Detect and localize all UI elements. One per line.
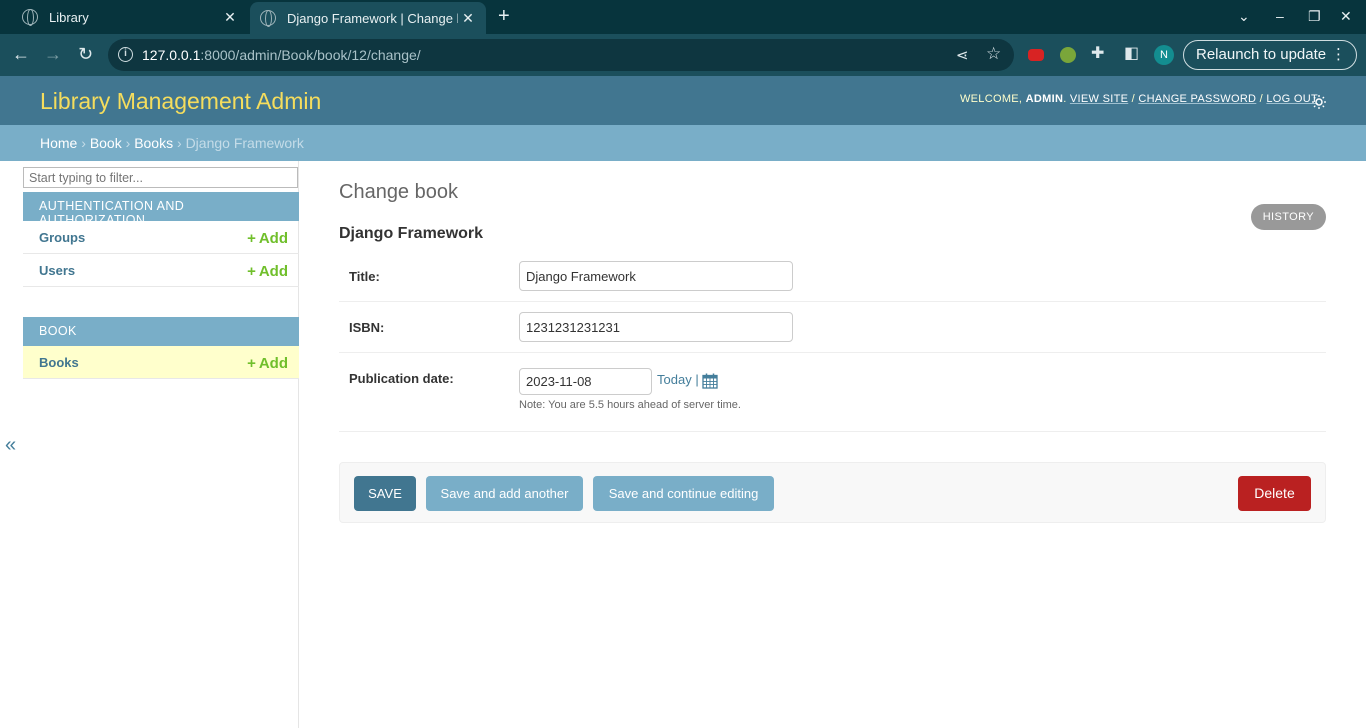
view-site-link[interactable]: VIEW SITE — [1070, 93, 1128, 105]
sidebar-item-label[interactable]: Groups — [39, 230, 85, 245]
relaunch-label: Relaunch to update — [1196, 46, 1327, 63]
title-input[interactable] — [519, 261, 793, 291]
plus-icon: + — [247, 263, 256, 280]
add-users-link[interactable]: + Add — [247, 263, 291, 280]
object-title: Django Framework — [339, 225, 484, 242]
app-caption-auth[interactable]: AUTHENTICATION AND AUTHORIZATION — [23, 192, 299, 227]
calendar-icon[interactable] — [702, 373, 718, 389]
address-bar[interactable]: i 127.0.0.1:8000/admin/Book/book/12/chan… — [108, 39, 1014, 71]
forward-icon[interactable]: → — [44, 43, 62, 65]
tab-title: Library — [49, 9, 89, 25]
minimize-icon[interactable]: – — [1276, 8, 1284, 24]
close-tab-icon[interactable]: ✕ — [458, 10, 478, 27]
username: ADMIN — [1025, 93, 1064, 105]
title-label: Title: — [349, 269, 380, 284]
bookmark-star-icon[interactable]: ☆ — [986, 44, 1001, 64]
toggle-sidebar-icon[interactable]: « — [5, 434, 16, 457]
url-text: 127.0.0.1:8000/admin/Book/book/12/change… — [142, 47, 421, 63]
breadcrumb-home[interactable]: Home — [40, 135, 77, 151]
form-row-isbn: ISBN: — [339, 302, 1326, 353]
admin-header: Library Management Admin WELCOME, ADMIN.… — [0, 76, 1366, 125]
save-and-add-another-button[interactable]: Save and add another — [426, 476, 583, 511]
tab-title: Django Framework | Change book | Library… — [287, 10, 458, 26]
browser-tab-library[interactable]: Library ✕ — [12, 0, 248, 34]
submit-row: SAVE Save and add another Save and conti… — [339, 462, 1326, 523]
add-groups-link[interactable]: + Add — [247, 230, 291, 247]
relaunch-button[interactable]: Relaunch to update ⋮ — [1183, 40, 1357, 70]
save-and-continue-button[interactable]: Save and continue editing — [593, 476, 774, 511]
breadcrumb: Home › Book › Books › Django Framework — [0, 125, 1366, 161]
save-button[interactable]: SAVE — [354, 476, 416, 511]
history-button[interactable]: HISTORY — [1250, 204, 1326, 230]
reload-icon[interactable]: ↻ — [78, 43, 93, 65]
today-link-row: Today | — [657, 372, 699, 387]
form-row-title: Title: — [339, 250, 1326, 302]
browser-tabstrip: Library ✕ Django Framework | Change book… — [0, 0, 1366, 34]
breadcrumb-app[interactable]: Book — [90, 135, 122, 151]
side-panel-icon[interactable]: ◧ — [1124, 43, 1139, 65]
publication-date-input[interactable] — [519, 368, 652, 395]
add-books-link[interactable]: + Add — [247, 355, 291, 372]
sidebar-item-books[interactable]: Books + Add — [23, 346, 299, 379]
sidebar-item-label[interactable]: Books — [39, 355, 79, 370]
new-tab-icon[interactable]: + — [498, 6, 510, 26]
site-branding[interactable]: Library Management Admin — [40, 88, 321, 115]
browser-tab-django[interactable]: Django Framework | Change book | Library… — [250, 2, 486, 34]
sidebar-item-users[interactable]: Users + Add — [23, 254, 299, 287]
browser-toolbar: ← → ↻ i 127.0.0.1:8000/admin/Book/book/1… — [0, 34, 1366, 76]
publication-date-label: Publication date: — [349, 371, 454, 386]
profile-avatar[interactable]: N — [1154, 45, 1174, 65]
extension-icon[interactable] — [1060, 47, 1076, 63]
puzzle-extensions-icon[interactable]: ✚ — [1091, 43, 1104, 65]
welcome-text: WELCOME, — [959, 93, 1023, 105]
back-icon[interactable]: ← — [12, 43, 30, 65]
site-info-icon[interactable]: i — [118, 47, 133, 62]
change-password-link[interactable]: CHANGE PASSWORD — [1138, 93, 1256, 105]
log-out-link[interactable]: LOG OUT — [1266, 93, 1318, 105]
plus-icon: + — [247, 230, 256, 247]
form-row-publication-date: Publication date: Today | Note: You are … — [339, 353, 1326, 432]
delete-button[interactable]: Delete — [1238, 476, 1311, 511]
close-tab-icon[interactable]: ✕ — [220, 9, 240, 26]
menu-dots-icon[interactable]: ⋮ — [1331, 41, 1346, 69]
isbn-label: ISBN: — [349, 320, 385, 335]
youtube-extension-icon[interactable] — [1028, 49, 1044, 61]
globe-icon — [22, 9, 38, 26]
nav-sidebar: AUTHENTICATION AND AUTHORIZATION Groups … — [22, 161, 299, 728]
plus-icon: + — [247, 355, 256, 372]
theme-toggle-icon[interactable] — [1312, 95, 1326, 109]
user-tools: WELCOME, ADMIN. VIEW SITE / CHANGE PASSW… — [959, 93, 1318, 105]
today-link[interactable]: Today — [657, 372, 692, 387]
app-caption-book[interactable]: BOOK — [23, 317, 299, 346]
isbn-input[interactable] — [519, 312, 793, 342]
breadcrumb-model[interactable]: Books — [134, 135, 173, 151]
breadcrumb-current: Django Framework — [185, 135, 304, 151]
close-window-icon[interactable]: ✕ — [1340, 8, 1352, 25]
maximize-icon[interactable]: ❐ — [1308, 8, 1321, 25]
timezone-help-text: Note: You are 5.5 hours ahead of server … — [519, 399, 741, 411]
share-icon[interactable]: ⋖ — [956, 46, 969, 64]
nav-filter-input[interactable] — [23, 167, 298, 188]
page-title: Change book — [339, 181, 458, 203]
sidebar-item-label[interactable]: Users — [39, 263, 75, 278]
sidebar-item-groups[interactable]: Groups + Add — [23, 221, 299, 254]
tab-search-icon[interactable]: ⌄ — [1238, 8, 1250, 25]
globe-icon — [260, 10, 276, 27]
